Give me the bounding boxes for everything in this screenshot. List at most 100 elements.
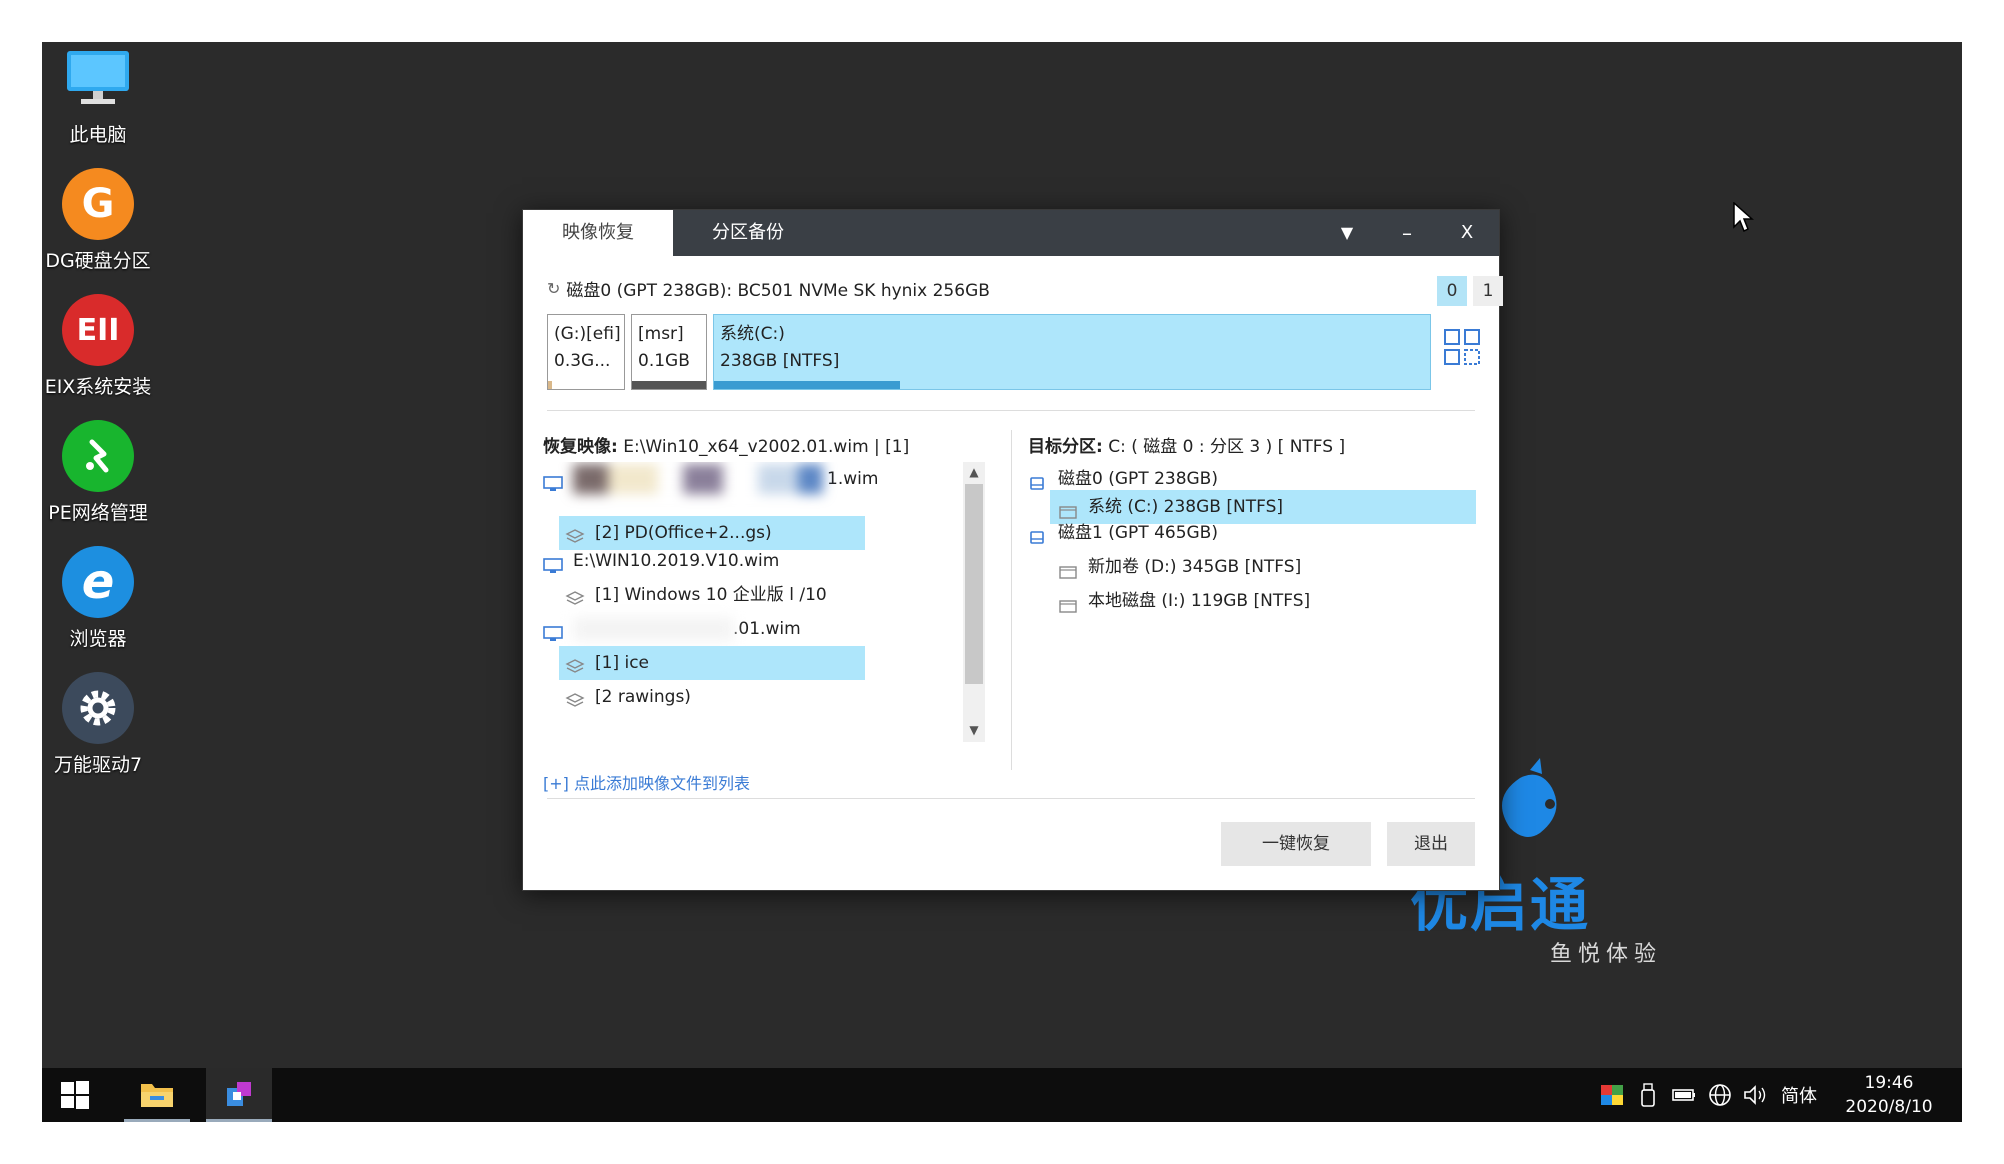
eix-install-icon: EII: [62, 294, 134, 366]
target-partition-header: 目标分区: C: ( 磁盘 0 : 分区 3 ) [ NTFS ]: [1028, 432, 1345, 457]
layers-icon: [565, 654, 587, 673]
system-tray: 简体 19:46 2020/8/10: [1594, 1068, 1962, 1122]
divider: [547, 410, 1475, 411]
clock-date: 2020/8/10: [1845, 1097, 1933, 1117]
list-item-file[interactable]: .01.wim: [543, 612, 801, 646]
add-image-link[interactable]: [+] 点此添加映像文件到列表: [543, 770, 750, 794]
watermark-subtext: 鱼悦体验: [1550, 942, 1663, 967]
menu-dropdown-button[interactable]: ▼: [1317, 210, 1377, 256]
dialog-titlebar[interactable]: 映像恢复 分区备份 ▼ – X: [523, 210, 1499, 256]
minimize-button[interactable]: –: [1377, 210, 1437, 256]
tree-item-label: 本地磁盘 (I:) 119GB [NTFS]: [1088, 591, 1311, 611]
target-partition-value: C: ( 磁盘 0 : 分区 3 ) [ NTFS ]: [1108, 437, 1346, 457]
clock[interactable]: 19:46 2020/8/10: [1834, 1071, 1944, 1119]
desktop-icon-label: 此电脑: [69, 124, 127, 146]
battery-icon[interactable]: [1666, 1068, 1702, 1122]
monitor-icon: [62, 42, 134, 114]
list-item-label: [2 rawings): [595, 687, 691, 707]
partition-efi[interactable]: (G:)[efi] 0.3G...: [547, 314, 625, 390]
list-item-file[interactable]: 1.wim: [543, 462, 963, 496]
partition-system-c[interactable]: 系统(C:) 238GB [NTFS]: [713, 314, 1431, 390]
restore-tool-taskbar-button[interactable]: [206, 1068, 272, 1122]
restore-tool-icon: [227, 1081, 251, 1106]
clock-time: 19:46: [1864, 1073, 1914, 1093]
scroll-thumb[interactable]: [965, 484, 983, 684]
partition-usage-bar: [548, 381, 552, 389]
list-item-label: [1] ice: [595, 653, 650, 673]
disk-info-text: 磁盘0 (GPT 238GB): BC501 NVMe SK hynix 256…: [566, 281, 990, 301]
desktop: 此电脑 G DG硬盘分区 EII EIX系统安装 PE网络管理 e 浏览器 万能…: [42, 42, 1962, 1122]
partition-icon: [1058, 498, 1080, 519]
desktop-icon-eix-install[interactable]: EII EIX系统安装: [42, 294, 154, 399]
image-list[interactable]: 1.wim [2] PD(Office+2...gs) E:\WIN10.201…: [543, 462, 963, 762]
one-click-restore-button[interactable]: 一键恢复: [1221, 822, 1371, 866]
layers-icon: [565, 688, 587, 707]
file-explorer-taskbar-button[interactable]: [124, 1068, 190, 1122]
partition-icon: [1058, 592, 1080, 613]
monitor-icon: [543, 620, 565, 641]
disk-icon: [1028, 524, 1050, 544]
tab-partition-backup[interactable]: 分区备份: [673, 210, 823, 256]
exit-button[interactable]: 退出: [1387, 822, 1475, 866]
image-list-scrollbar[interactable]: ▲ ▼: [963, 462, 985, 742]
volume-icon[interactable]: [1738, 1068, 1774, 1122]
network-globe-icon[interactable]: [1702, 1068, 1738, 1122]
partition-name: (G:)[efi]: [554, 324, 621, 344]
layout-toggle-icon[interactable]: [1443, 328, 1481, 366]
network-icon: [62, 420, 134, 492]
tab-image-restore[interactable]: 映像恢复: [523, 210, 673, 256]
restore-image-label: 恢复映像:: [543, 437, 618, 457]
disk-selector-0[interactable]: 0: [1437, 276, 1467, 306]
layers-icon: [565, 524, 587, 543]
refresh-icon[interactable]: ↻: [547, 279, 560, 298]
input-language[interactable]: 简体: [1774, 1068, 1824, 1122]
partition-usage-bar: [714, 381, 901, 389]
list-item-image[interactable]: [1] Windows 10 企业版 l /10: [565, 578, 827, 612]
desktop-icon-label: DG硬盘分区: [45, 250, 151, 272]
desktop-icon-this-pc[interactable]: 此电脑: [42, 42, 154, 147]
disk-selector-1[interactable]: 1: [1473, 276, 1503, 306]
partition-tree[interactable]: 磁盘0 (GPT 238GB) 系统 (C:) 238GB [NTFS] 磁盘1…: [1028, 462, 1478, 762]
partition-usage-bar: [632, 381, 706, 389]
list-item-label: [1] Windows 10 企业版 l /10: [595, 585, 827, 605]
partition-icon: [1058, 558, 1080, 579]
restore-image-value: E:\Win10_x64_v2002.01.wim | [1]: [623, 437, 910, 457]
tree-item-partition-i[interactable]: 本地磁盘 (I:) 119GB [NTFS]: [1058, 584, 1310, 618]
tree-item-label: 新加卷 (D:) 345GB [NTFS]: [1088, 557, 1302, 577]
list-item-image[interactable]: [2 rawings): [565, 680, 691, 714]
blurred-content: [573, 617, 733, 641]
image-restore-dialog: 映像恢复 分区备份 ▼ – X ↻ 磁盘0 (GPT 238GB): BC501…: [522, 209, 1503, 891]
target-partition-label: 目标分区:: [1028, 437, 1103, 457]
windows-logo-icon: [61, 1081, 89, 1109]
disk-icon: [1028, 470, 1050, 490]
tree-item-partition-d[interactable]: 新加卷 (D:) 345GB [NTFS]: [1058, 550, 1301, 584]
tree-item-disk1[interactable]: 磁盘1 (GPT 465GB): [1028, 516, 1218, 550]
partition-msr[interactable]: [msr] 0.1GB: [631, 314, 707, 390]
monitor-icon: [543, 552, 565, 573]
list-item-file[interactable]: E:\WIN10.2019.V10.wim: [543, 544, 779, 578]
close-button[interactable]: X: [1437, 210, 1497, 256]
desktop-icon-label: EIX系统安装: [44, 376, 152, 398]
list-item-label: E:\WIN10.2019.V10.wim: [573, 551, 780, 571]
disk-info: ↻ 磁盘0 (GPT 238GB): BC501 NVMe SK hynix 2…: [547, 276, 990, 301]
partition-name: 系统(C:): [720, 324, 785, 344]
layers-icon: [565, 586, 587, 605]
scroll-up-icon[interactable]: ▲: [963, 462, 985, 482]
desktop-icon-browser[interactable]: e 浏览器: [42, 546, 154, 651]
desktop-icon-pe-network[interactable]: PE网络管理: [42, 420, 154, 525]
taskbar: 简体 19:46 2020/8/10: [42, 1068, 1962, 1122]
divider: [547, 798, 1475, 799]
list-item-image[interactable]: [1] ice: [559, 646, 865, 680]
partition-name: [msr]: [638, 324, 684, 344]
divider: [1011, 430, 1012, 770]
mouse-cursor-icon: [1733, 202, 1754, 233]
browser-icon: e: [62, 546, 134, 618]
desktop-icon-dg-partition[interactable]: G DG硬盘分区: [42, 168, 154, 273]
start-button[interactable]: [42, 1068, 108, 1122]
partition-size: 238GB [NTFS]: [720, 351, 840, 371]
dg-partition-icon: G: [62, 168, 134, 240]
scroll-down-icon[interactable]: ▼: [963, 720, 985, 740]
desktop-icon-driver[interactable]: 万能驱动7: [42, 672, 154, 777]
color-palette-icon[interactable]: [1594, 1068, 1630, 1122]
usb-icon[interactable]: [1630, 1068, 1666, 1122]
